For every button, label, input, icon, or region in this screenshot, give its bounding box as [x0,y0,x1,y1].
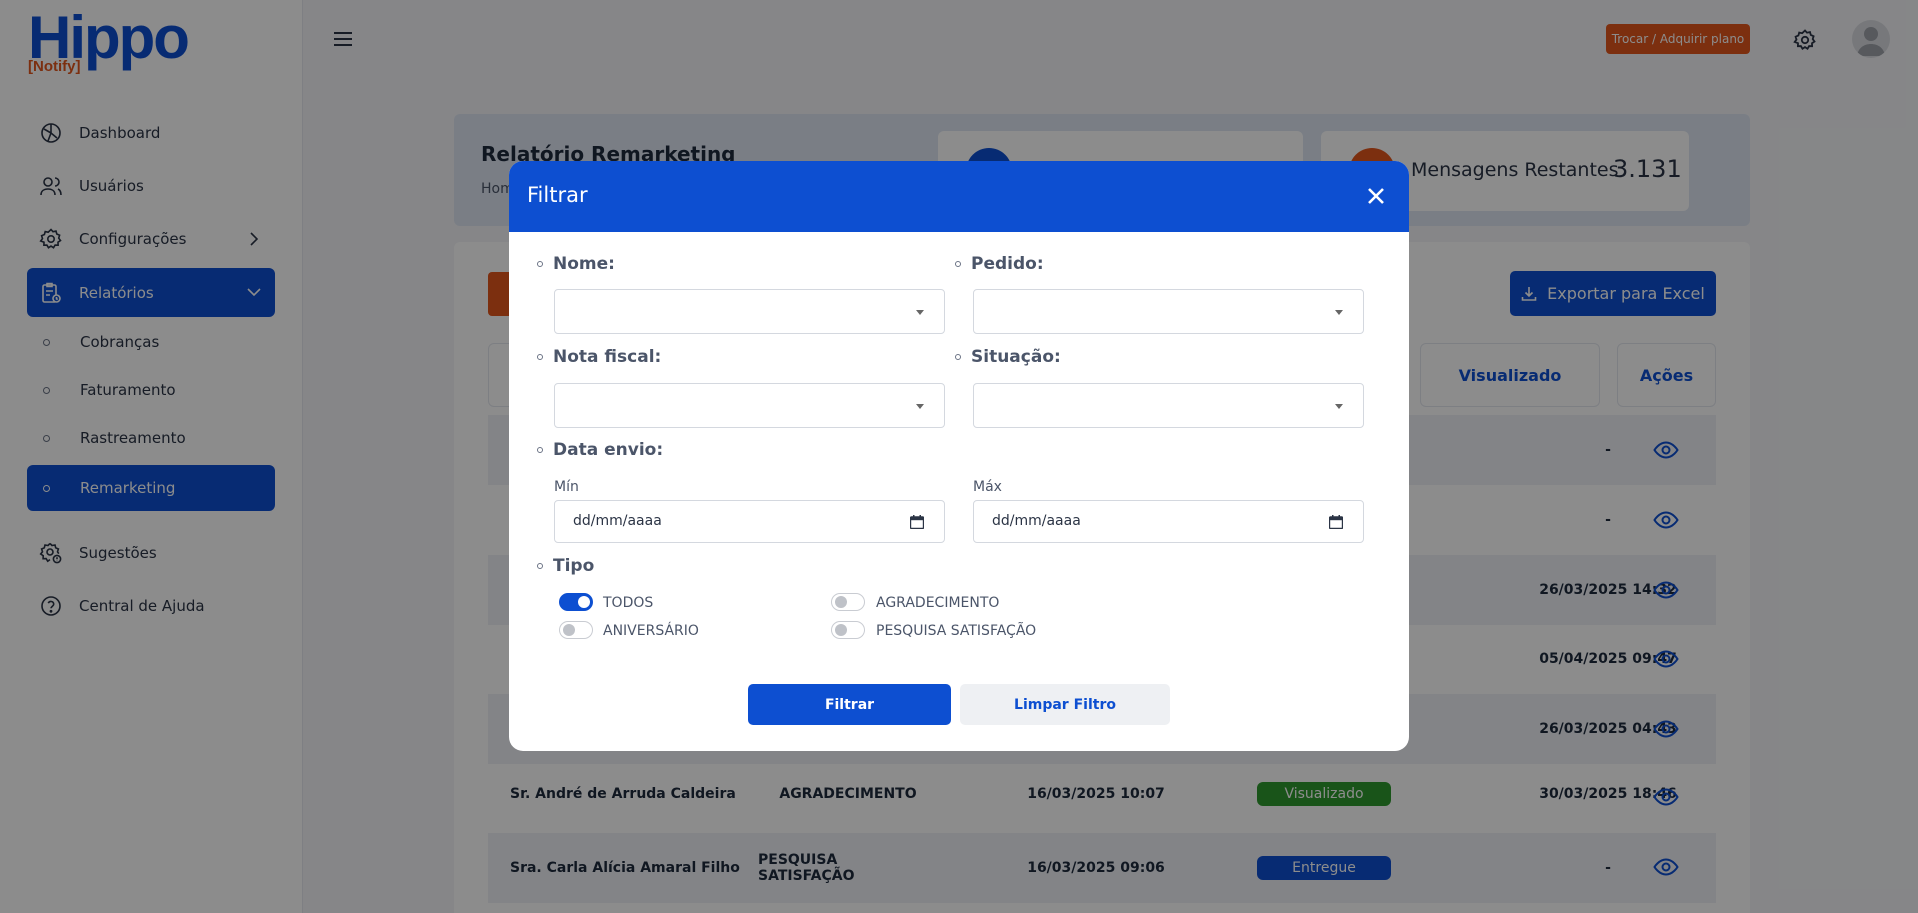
toggle-knob [563,624,575,636]
filter-modal: Filtrar Nome: Pedido: Nota fiscal: Situa… [509,161,1409,751]
caret-down-icon [1335,310,1343,315]
max-label: Máx [973,479,1002,495]
label-text: Nome: [553,254,615,274]
toggle-label-aniversario: ANIVERSÁRIO [603,623,699,639]
toggle-knob [835,596,847,608]
field-label-data-envio: Data envio: [537,440,663,460]
nota-fiscal-select[interactable] [554,383,945,428]
toggle-label-agradecimento: AGRADECIMENTO [876,595,1000,611]
toggle-todos[interactable] [559,593,593,611]
date-min-input[interactable]: dd/mm/aaaa [554,500,945,543]
clear-filter-button[interactable]: Limpar Filtro [960,684,1170,725]
field-label-pedido: Pedido: [955,254,1044,274]
bullet-icon [537,563,543,569]
calendar-icon[interactable] [1329,515,1343,529]
field-label-nome: Nome: [537,254,615,274]
label-text: Pedido: [971,254,1044,274]
toggle-pesquisa-satisfacao[interactable] [831,621,865,639]
modal-title: Filtrar [527,183,588,207]
toggle-aniversario[interactable] [559,621,593,639]
caret-down-icon [916,310,924,315]
date-placeholder: dd/mm/aaaa [992,513,1081,529]
field-label-tipo: Tipo [537,556,594,576]
label-text: Situação: [971,347,1061,367]
label-text: Nota fiscal: [553,347,662,367]
caret-down-icon [1335,404,1343,409]
date-max-input[interactable]: dd/mm/aaaa [973,500,1364,543]
toggle-agradecimento[interactable] [831,593,865,611]
bullet-icon [537,447,543,453]
bullet-icon [955,354,961,360]
bullet-icon [955,261,961,267]
nome-select[interactable] [554,289,945,334]
toggle-label-todos: TODOS [603,595,654,611]
situacao-select[interactable] [973,383,1364,428]
caret-down-icon [916,404,924,409]
min-label: Mín [554,479,579,495]
apply-filter-button[interactable]: Filtrar [748,684,951,725]
label-text: Tipo [553,556,595,576]
field-label-situacao: Situação: [955,347,1061,367]
date-placeholder: dd/mm/aaaa [573,513,662,529]
calendar-icon[interactable] [910,515,924,529]
modal-header: Filtrar [509,161,1409,232]
toggle-label-pesquisa-satisfacao: PESQUISA SATISFAÇÃO [876,623,1037,639]
close-icon[interactable] [1363,183,1389,209]
bullet-icon [537,261,543,267]
bullet-icon [537,354,543,360]
toggle-knob [578,596,590,608]
field-label-nota-fiscal: Nota fiscal: [537,347,661,367]
pedido-select[interactable] [973,289,1364,334]
toggle-knob [835,624,847,636]
label-text: Data envio: [553,440,664,460]
